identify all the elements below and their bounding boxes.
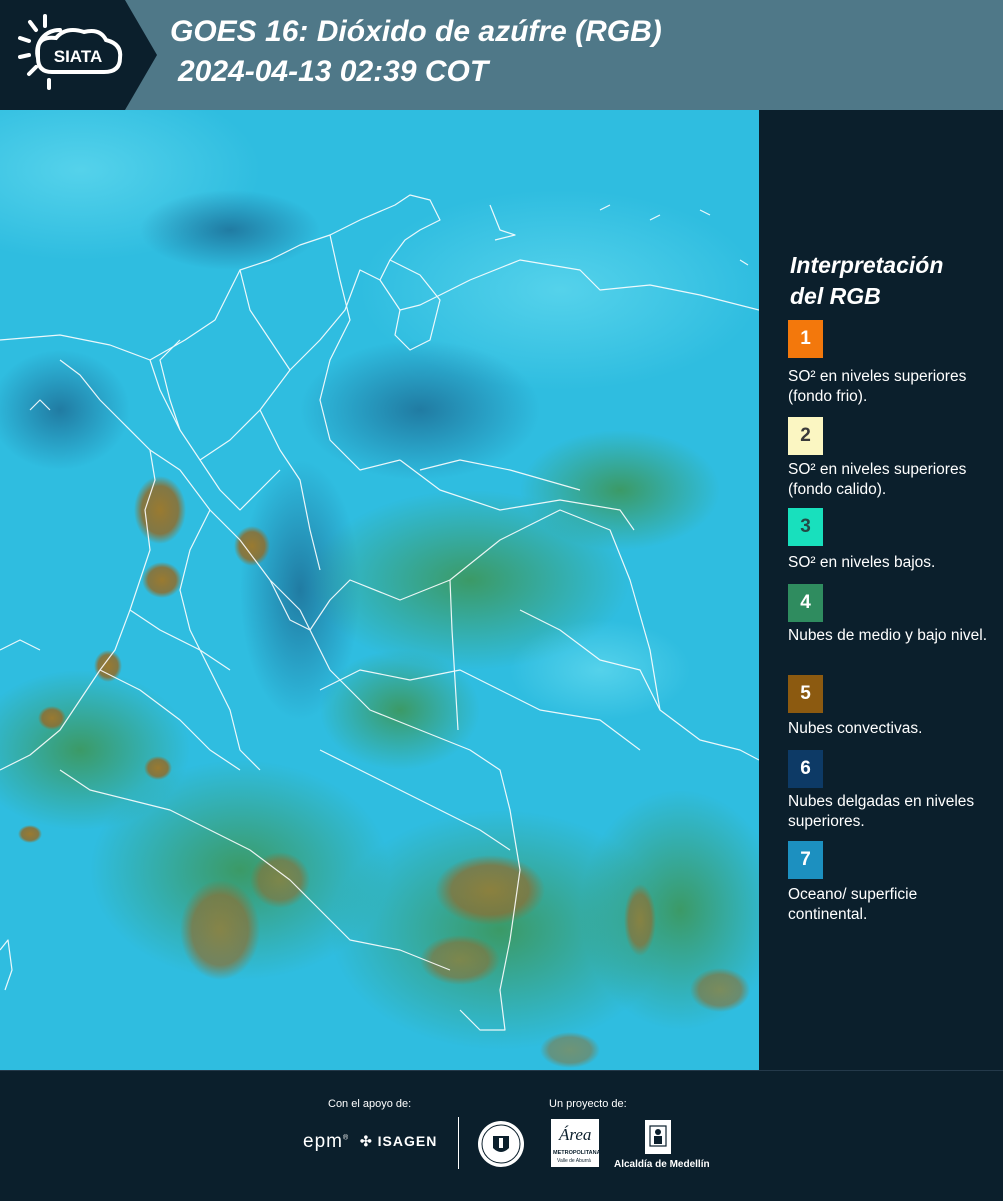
- legend-label-5: Nubes convectivas.: [788, 720, 923, 737]
- footer-bar: Con el apoyo de: Un proyecto de: epm® ✣ …: [0, 1070, 1003, 1201]
- legend-swatch-7: 7: [788, 841, 823, 879]
- legend-label-7: Oceano/ superficie continental.: [788, 886, 918, 923]
- legend-label-1: SO² en niveles superiores (fondo frio).: [788, 368, 967, 405]
- area-logo-sub2: Valle de Aburrá: [557, 1158, 591, 1164]
- alcaldia-shield-icon[interactable]: [645, 1120, 671, 1154]
- legend-label-4: Nubes de medio y bajo nivel.: [788, 627, 988, 644]
- area-logo-text: Área: [559, 1125, 592, 1144]
- legend-number-4: 4: [800, 592, 811, 613]
- legend-number-3: 3: [800, 516, 811, 537]
- legend-label-6: Nubes delgadas en niveles superiores.: [788, 793, 975, 830]
- alcaldia-logo-text: Alcaldía de Medellín: [614, 1159, 710, 1170]
- medellin-seal-icon[interactable]: [477, 1120, 525, 1168]
- epm-logo[interactable]: epm®: [303, 1131, 349, 1153]
- legend-number-7: 7: [800, 849, 811, 870]
- isagen-logo-text: ISAGEN: [377, 1133, 438, 1149]
- isagen-mark-icon: ✣: [360, 1133, 373, 1149]
- legend-swatch-6: 6: [788, 750, 823, 788]
- legend-swatch-2: 2: [788, 417, 823, 455]
- legend-title-line2: del RGB: [790, 283, 881, 309]
- legend-number-2: 2: [800, 425, 811, 446]
- area-logo-sub: METROPOLITANA: [553, 1150, 601, 1156]
- footer-divider: [458, 1117, 459, 1169]
- isagen-logo[interactable]: ✣ ISAGEN: [360, 1133, 437, 1150]
- legend-title-line1: Interpretación: [790, 252, 944, 278]
- project-caption: Un proyecto de:: [549, 1098, 627, 1110]
- area-metropolitana-logo[interactable]: Área METROPOLITANA Valle de Aburrá: [551, 1119, 601, 1167]
- legend-label-2: SO² en niveles superiores (fondo calido)…: [788, 461, 967, 498]
- legend-panel: Interpretación del RGB 1 SO² en niveles …: [762, 110, 1003, 1070]
- legend-number-5: 5: [800, 683, 811, 704]
- page-title: GOES 16: Dióxido de azúfre (RGB): [170, 15, 662, 48]
- legend-number-6: 6: [800, 758, 811, 779]
- legend-swatch-1: 1: [788, 320, 823, 358]
- timestamp: 2024-04-13 02:39 COT: [178, 55, 489, 88]
- satellite-map[interactable]: [0, 110, 759, 1070]
- header-bar: SIATA GOES 16: Dióxido de azúfre (RGB) 2…: [0, 0, 1003, 110]
- legend-number-1: 1: [800, 328, 811, 349]
- siata-logo[interactable]: SIATA: [0, 0, 157, 110]
- logo-text: SIATA: [54, 47, 102, 66]
- legend-label-3: SO² en niveles bajos.: [788, 554, 936, 571]
- legend-swatch-4: 4: [788, 584, 823, 622]
- support-caption: Con el apoyo de:: [328, 1098, 412, 1110]
- epm-logo-text: epm: [303, 1131, 343, 1152]
- legend-swatch-3: 3: [788, 508, 823, 546]
- legend-swatch-5: 5: [788, 675, 823, 713]
- legend-title: Interpretación del RGB: [790, 250, 990, 312]
